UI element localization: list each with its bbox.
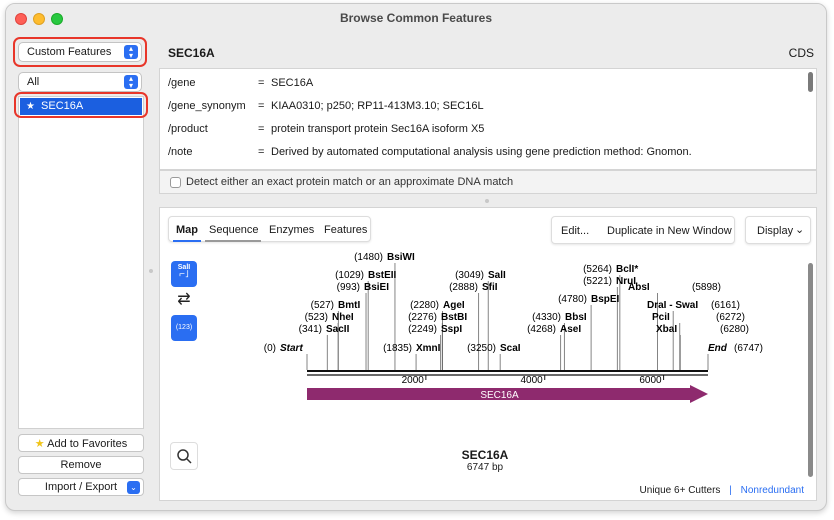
qualifier-value: protein transport protein Sec16A isoform… — [271, 123, 485, 135]
end-label: End — [708, 343, 728, 354]
match-option-row: Detect either an exact protein match or … — [159, 170, 817, 194]
site-position-label: (341) — [299, 324, 322, 335]
site-position-label: (523) — [305, 312, 328, 323]
site-name-label: SalI — [488, 270, 506, 281]
site-position-label: (6280) — [720, 324, 749, 335]
popup-stepper-icon: ▴ ▾ — [124, 75, 138, 90]
feature-list[interactable] — [18, 96, 144, 429]
site-name-label: DraI - SwaI — [647, 300, 698, 311]
site-name-label: BsiWI — [387, 252, 415, 263]
site-name-label: SfiI — [482, 282, 498, 293]
site-name-label: SspI — [441, 324, 462, 335]
site-position-label: (4780) — [558, 294, 587, 305]
site-name-label: XbaI — [656, 324, 677, 335]
site-name-label: BclI* — [616, 264, 638, 275]
remove-button[interactable]: Remove — [18, 456, 144, 474]
feature-name: SEC16A — [168, 46, 215, 60]
site-name-label: BmtI — [338, 300, 360, 311]
star-icon: ★ — [34, 438, 45, 450]
site-position-label: (6161) — [711, 300, 740, 311]
map-panel: Map Sequence Enzymes Features Edit... Du… — [159, 207, 817, 501]
site-name-label: BstBI — [441, 312, 467, 323]
site-position-label: (2276) — [408, 312, 437, 323]
qualifier-key: /product — [168, 123, 208, 135]
site-position-label: (2888) — [449, 282, 478, 293]
start-position-label: (0) — [264, 343, 276, 354]
site-position-label: (4268) — [527, 324, 556, 335]
start-label: Start — [280, 343, 303, 354]
import-export-button[interactable]: Import / Export ⌄ — [18, 478, 144, 496]
status-nonredundant[interactable]: Nonredundant — [741, 485, 804, 496]
site-name-label: NheI — [332, 312, 354, 323]
site-position-label: (6272) — [716, 312, 745, 323]
status-bar: Unique 6+ Cutters | Nonredundant — [640, 485, 804, 496]
feature-arrow-label: SEC16A — [480, 390, 519, 401]
axis-tick-label: 2000 — [402, 375, 425, 386]
qualifier-equals: = — [258, 146, 265, 158]
site-position-label: (1835) — [383, 343, 412, 354]
browse-window: Browse Common Features Custom Features ▴… — [5, 3, 827, 511]
qualifier-value: SEC16A — [271, 77, 314, 89]
site-name-label: BsiEI — [364, 282, 389, 293]
qualifier-value: KIAA0310; p250; RP11-413M3.10; SEC16L — [271, 100, 484, 112]
highlight-collection — [13, 37, 147, 67]
status-separator: | — [729, 485, 732, 496]
qualifiers-panel[interactable]: /gene = SEC16A /gene_synonym = KIAA0310;… — [159, 68, 817, 170]
qualifier-value: Derived by automated computational analy… — [271, 146, 692, 158]
site-position-label: (1029) — [335, 270, 364, 281]
sequence-length: 6747 bp — [466, 462, 504, 473]
qualifier-key: /gene — [168, 77, 196, 89]
qualifiers-scrollbar[interactable] — [808, 72, 813, 92]
status-cutters[interactable]: Unique 6+ Cutters — [640, 485, 721, 496]
site-position-label: (3049) — [455, 270, 484, 281]
filter-popup-label: All — [27, 76, 40, 88]
axis-tick-label: 6000 — [639, 375, 662, 386]
axis-tick-label: 4000 — [520, 375, 543, 386]
sequence-name: SEC16A — [461, 448, 509, 462]
site-name-label: BstEII — [368, 270, 397, 281]
site-position-label: (2280) — [410, 300, 439, 311]
chevron-down-icon: ⌄ — [127, 481, 140, 494]
splitter-handle[interactable] — [485, 199, 489, 203]
match-label: Detect either an exact protein match or … — [186, 176, 514, 188]
site-position-label: (993) — [337, 282, 360, 293]
site-name-label: BspEI — [591, 294, 620, 305]
site-name-label: AseI — [560, 324, 581, 335]
qualifier-key: /note — [168, 146, 193, 158]
site-position-label: (5264) — [583, 264, 612, 275]
site-name-label: BbsI — [565, 312, 587, 323]
site-name-label: AbsI — [628, 282, 650, 293]
highlight-list-item — [14, 92, 148, 118]
site-position-label: (5898) — [692, 282, 721, 293]
site-position-label: (1480) — [354, 252, 383, 263]
qualifier-equals: = — [258, 77, 265, 89]
qualifier-equals: = — [258, 100, 265, 112]
site-name-label: SacII — [326, 324, 350, 335]
site-name-label: PciI — [652, 312, 670, 323]
site-name-label: AgeI — [443, 300, 465, 311]
window-title: Browse Common Features — [339, 11, 493, 25]
site-position-label: (3250) — [467, 343, 496, 354]
match-checkbox[interactable] — [170, 177, 181, 188]
title-bar: Browse Common Features — [6, 4, 826, 32]
site-name-label: ScaI — [500, 343, 521, 354]
site-position-label: (4330) — [532, 312, 561, 323]
add-to-favorites-label: Add to Favorites — [47, 438, 128, 450]
qualifier-equals: = — [258, 123, 265, 135]
site-position-label: (2249) — [408, 324, 437, 335]
feature-type: CDS — [788, 46, 814, 60]
site-position-label: (527) — [311, 300, 334, 311]
qualifier-key: /gene_synonym — [168, 100, 246, 112]
end-position-label: (6747) — [734, 343, 763, 354]
add-to-favorites-button[interactable]: ★ Add to Favorites — [18, 434, 144, 452]
splitter-handle[interactable] — [149, 269, 153, 273]
map-scrollbar[interactable] — [808, 263, 813, 477]
site-name-label: XmnI — [416, 343, 441, 354]
import-export-label: Import / Export — [44, 481, 118, 493]
site-position-label: (5221) — [583, 276, 612, 287]
filter-popup[interactable]: All ▴ ▾ — [18, 72, 142, 92]
feature-header: SEC16A CDS — [156, 34, 818, 68]
